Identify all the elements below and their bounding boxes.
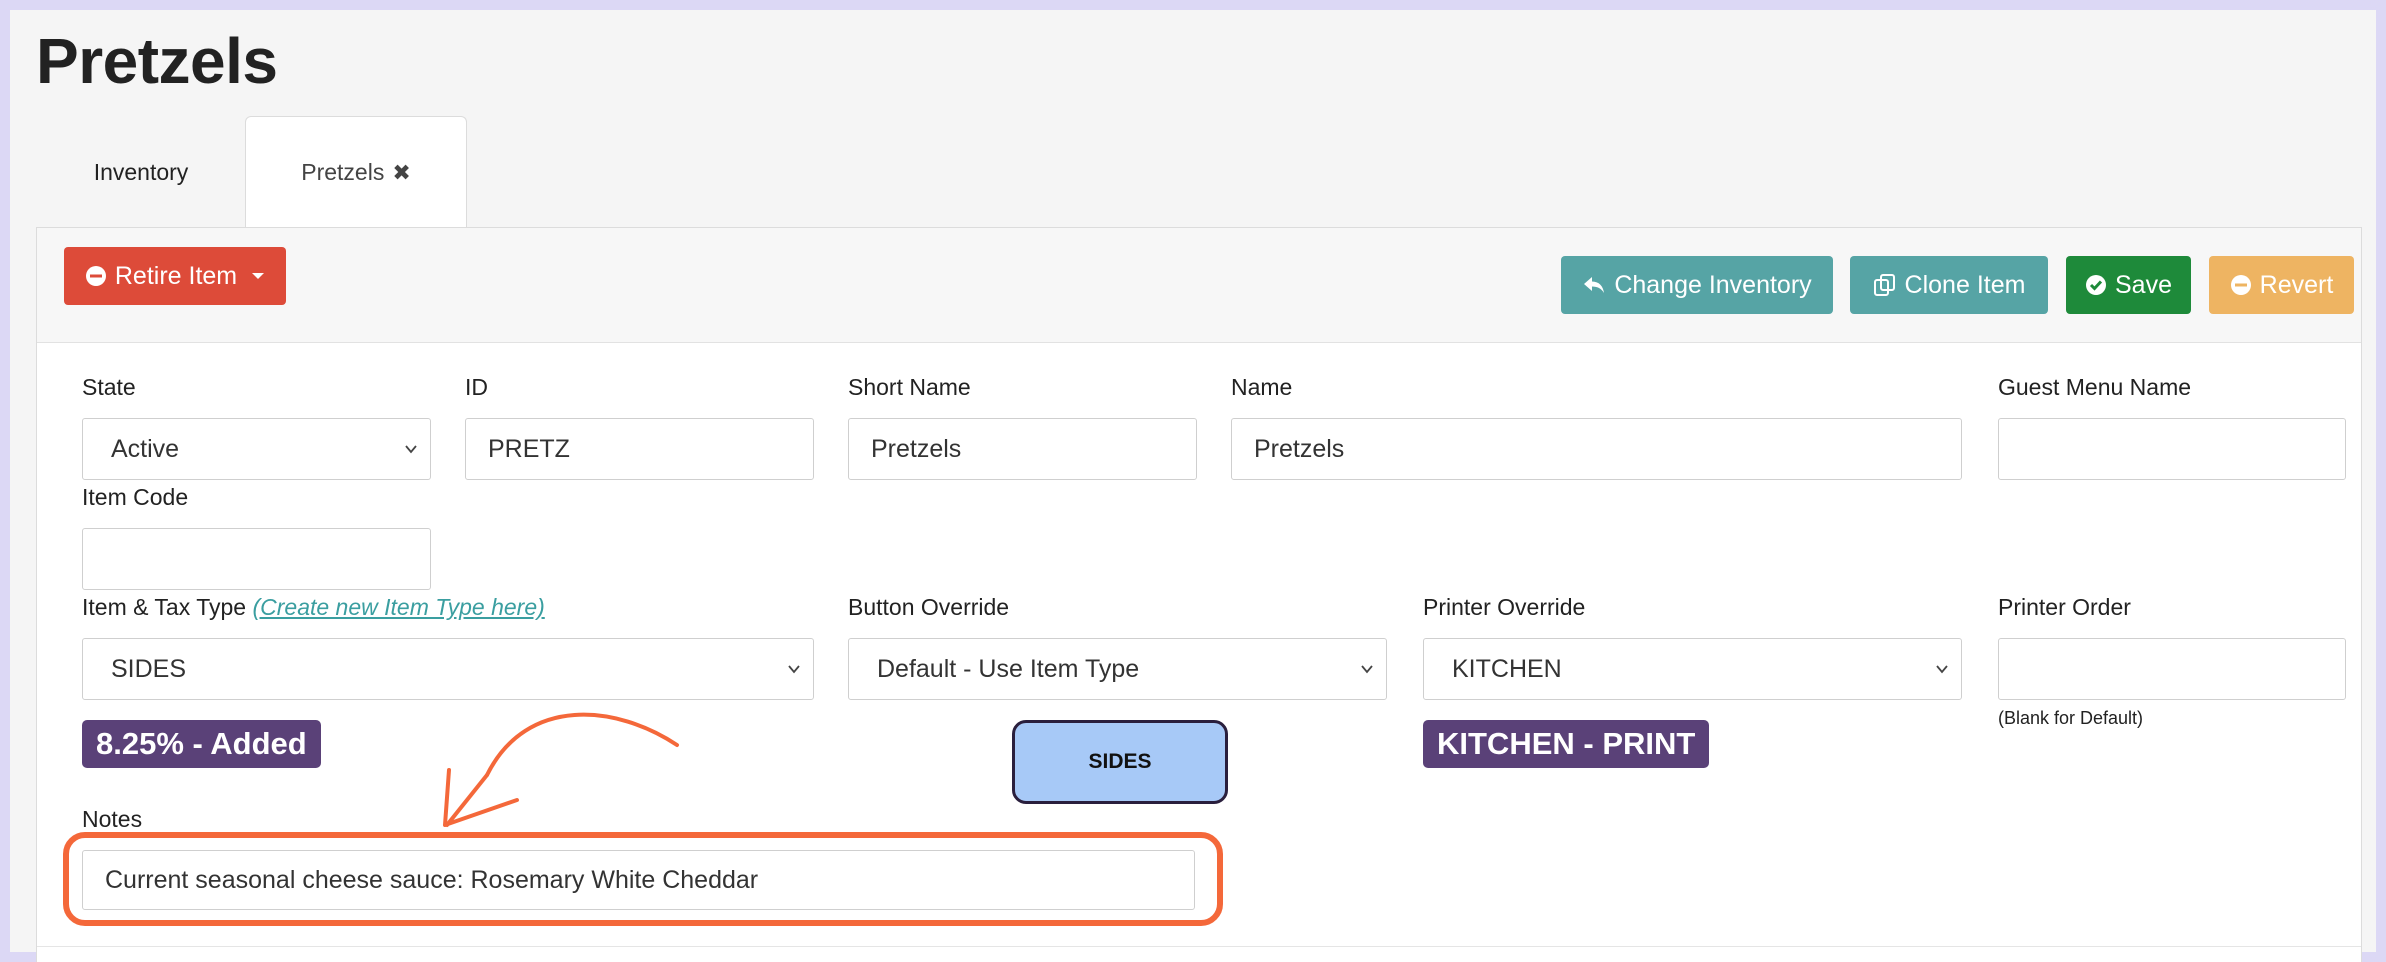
annotation-highlight <box>63 832 1223 926</box>
printer-override-label: Printer Override <box>1423 594 1586 620</box>
chevron-down-icon <box>1361 665 1373 674</box>
button-override-value: Default - Use Item Type <box>877 654 1140 683</box>
chevron-down-icon <box>1936 665 1948 674</box>
short-name-input[interactable]: Pretzels <box>848 418 1197 480</box>
tax-rate-badge: 8.25% - Added <box>82 720 321 768</box>
printer-order-label: Printer Order <box>1998 594 2131 620</box>
save-button[interactable]: Save <box>2066 256 2191 314</box>
revert-label: Revert <box>2259 270 2334 299</box>
printer-order-input[interactable] <box>1998 638 2346 700</box>
printer-order-hint: (Blank for Default) <box>1998 708 2144 728</box>
chevron-down-icon <box>405 445 417 454</box>
guest-menu-name-input[interactable] <box>1998 418 2346 480</box>
minus-circle-icon <box>2230 275 2251 295</box>
close-icon[interactable]: ✖ <box>392 160 410 186</box>
divider <box>37 946 2361 947</box>
tab-pretzels[interactable]: Pretzels ✖ <box>245 116 467 228</box>
save-label: Save <box>2115 270 2172 299</box>
change-inventory-button[interactable]: Change Inventory <box>1561 256 1833 314</box>
clone-item-button[interactable]: Clone Item <box>1850 256 2048 314</box>
state-select[interactable]: Active <box>82 418 431 480</box>
button-override-select[interactable]: Default - Use Item Type <box>848 638 1387 700</box>
app-frame: Pretzels Inventory Pretzels ✖ Retire Ite… <box>10 10 2376 962</box>
tab-label: Pretzels <box>301 159 385 185</box>
item-tax-type-label-text: Item & Tax Type <box>82 594 247 620</box>
id-input[interactable]: PRETZ <box>465 418 814 480</box>
printer-badge: KITCHEN - PRINT <box>1423 720 1710 768</box>
chevron-down-icon <box>788 665 800 674</box>
guest-menu-name-label: Guest Menu Name <box>1998 374 2192 400</box>
item-tax-type-select[interactable]: SIDES <box>82 638 814 700</box>
retire-item-label: Retire Item <box>114 261 238 290</box>
printer-override-value: KITCHEN <box>1452 654 1562 683</box>
item-panel: Retire Item Change Inventory Clone Item <box>36 227 2362 962</box>
minus-circle-icon <box>85 266 106 286</box>
clone-icon <box>1873 274 1895 296</box>
name-label: Name <box>1231 374 1293 400</box>
item-code-label: Item Code <box>82 484 189 510</box>
tab-inventory[interactable]: Inventory <box>36 116 246 228</box>
item-code-input[interactable] <box>82 528 431 590</box>
short-name-label: Short Name <box>848 374 971 400</box>
notes-label: Notes <box>82 806 143 832</box>
tab-label: Inventory <box>93 158 189 185</box>
revert-button[interactable]: Revert <box>2209 256 2354 314</box>
printer-override-select[interactable]: KITCHEN <box>1423 638 1962 700</box>
short-name-value: Pretzels <box>871 434 962 463</box>
button-preview: SIDES <box>1012 720 1228 804</box>
name-value: Pretzels <box>1254 434 1345 463</box>
annotation-arrow-icon <box>443 712 679 827</box>
name-input[interactable]: Pretzels <box>1231 418 1962 480</box>
change-inventory-label: Change Inventory <box>1614 270 1812 299</box>
clone-item-label: Clone Item <box>1904 270 2026 299</box>
caret-down-icon <box>252 273 265 279</box>
check-circle-icon <box>2086 275 2106 295</box>
id-label: ID <box>465 374 488 400</box>
id-value: PRETZ <box>488 434 570 463</box>
page-title: Pretzels <box>36 25 278 97</box>
button-override-label: Button Override <box>848 594 1010 620</box>
item-tax-type-value: SIDES <box>111 654 187 683</box>
item-tax-type-label: Item & Tax Type (Create new Item Type he… <box>82 594 545 621</box>
state-value: Active <box>111 434 180 463</box>
reply-icon <box>1584 277 1605 293</box>
create-item-type-link[interactable]: (Create new Item Type here) <box>252 594 544 620</box>
state-label: State <box>82 374 136 400</box>
toolbar: Retire Item Change Inventory Clone Item <box>37 228 2361 343</box>
retire-item-button[interactable]: Retire Item <box>64 247 286 305</box>
